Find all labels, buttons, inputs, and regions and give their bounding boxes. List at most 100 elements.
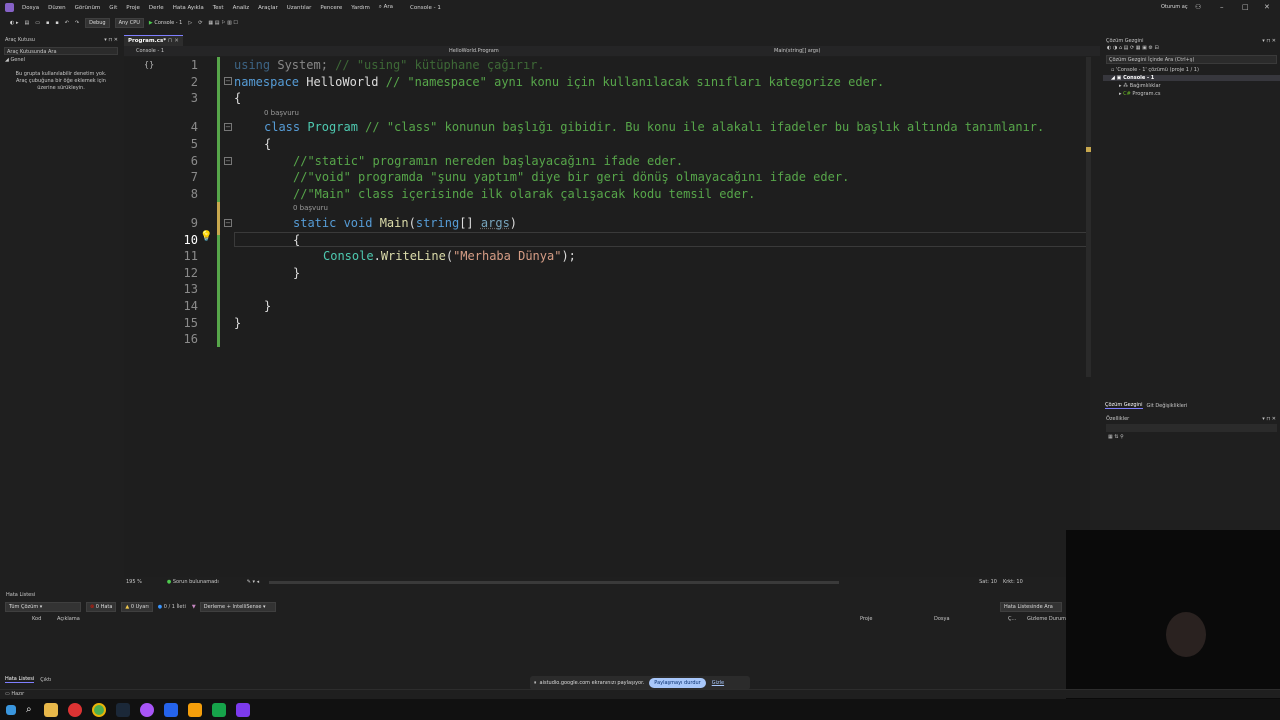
lightbulb-icon[interactable]: 💡 [200,231,212,242]
account-icon[interactable]: ⚇ [1195,3,1201,11]
tree-dependencies[interactable]: ▸ ⁂ Bağımlılıklar [1103,83,1280,89]
warnings-filter[interactable]: ▲ 0 Uyarı [121,602,153,612]
tree-label: 'Console - 1' çözümü (proje 1 / 1) [1115,67,1199,73]
tree-program-cs[interactable]: ▸ C# Program.cs [1103,91,1280,97]
menu-git[interactable]: Git [109,5,117,11]
undo-icon[interactable]: ↶ [65,20,69,26]
nav-project[interactable]: Console - 1 [136,48,164,54]
hot-reload-icon[interactable]: ⟳ [198,20,202,26]
minimize-icon[interactable]: – [1220,3,1224,11]
opera-icon[interactable] [67,702,82,717]
solution-toolbar-icons[interactable]: ◐ ◑ ⌂ ▤ ⟳ ▦ ▣ ⚙ ⊟ [1103,45,1280,55]
errors-filter[interactable]: ⊗ 0 Hata [86,602,117,612]
fold-class-icon[interactable]: − [224,123,232,131]
column-header[interactable]: Gizleme Durum [1027,616,1066,622]
run-no-debug-icon[interactable]: ▷ [188,20,192,26]
open-icon[interactable]: ▭ [35,20,40,26]
references-hint[interactable]: 0 başvuru [234,107,1044,120]
menu-view[interactable]: Görünüm [75,5,101,11]
chrome-icon[interactable] [91,702,106,717]
new-project-icon[interactable]: ▤ [24,20,29,26]
column-header[interactable]: Açıklama [57,616,80,622]
tab-solution-explorer[interactable]: Çözüm Gezgini [1105,402,1143,409]
close-icon[interactable]: ✕ [1264,3,1270,11]
cleanup-icon[interactable]: ✎ ▾ ◂ [247,579,259,585]
menu-help[interactable]: Yardım [351,5,370,11]
vscode-icon[interactable] [163,702,178,717]
code-editor[interactable]: {} 1 2 3 4 5 6 7 8 9 10 11 12 13 14 15 1… [124,57,1091,577]
stop-sharing-button[interactable]: Paylaşmayı durdur [649,678,706,688]
menu-build[interactable]: Derle [149,5,164,11]
windows-start-icon[interactable] [6,704,16,715]
properties-toolbar-icons[interactable]: ▦ ⇅ ⚲ [1103,434,1280,440]
issues-indicator[interactable]: ● Sorun bulunamadı [167,579,219,585]
error-list-header: Kod Açıklama Proje Dosya Ç... Gizleme Du… [0,615,1066,623]
solution-search-input[interactable]: Çözüm Gezgini İçinde Ara (Ctrl+ş) [1106,55,1277,64]
column-header[interactable]: Kod [32,616,41,622]
maximize-icon[interactable]: □ [1242,3,1249,11]
file-explorer-icon[interactable] [43,702,58,717]
steam-icon[interactable] [115,702,130,717]
tab-program-cs[interactable]: Program.cs* ⊓ ✕ [124,35,183,46]
toolbox-search-input[interactable]: Araç Kutusunda Ara [4,47,118,55]
nav-member[interactable]: Main(string[] args) [774,48,821,54]
fold-comments-icon[interactable]: − [224,157,232,165]
tree-project[interactable]: ◢ ▣ Console - 1 [1103,75,1280,81]
save-all-icon[interactable]: ▪ [55,20,58,26]
menu-analyze[interactable]: Analiz [233,5,250,11]
toolbox-pin-icon[interactable]: ▾ ⊓ ✕ [104,37,118,43]
menu-extensions[interactable]: Uzantılar [287,5,312,11]
messages-filter[interactable]: ● 0 / 1 İleti [158,604,186,610]
tab-output[interactable]: Çıktı [40,677,51,683]
excel-icon[interactable] [211,702,226,717]
unsaved-change-indicator [217,202,220,235]
tab-pin-icon[interactable]: ⊓ [168,38,172,44]
column-header[interactable]: Proje [860,616,872,622]
hide-link[interactable]: Gizle [712,680,724,686]
editor-vertical-scrollbar[interactable] [1086,57,1091,377]
error-list-search[interactable]: Hata Listesinde Ara [1000,602,1062,612]
sign-in-link[interactable]: Oturum aç [1161,4,1188,10]
menu-test[interactable]: Test [213,5,224,11]
platform-select[interactable]: Any CPU [114,18,144,28]
properties-options-icon[interactable]: ▾ ⊓ ✕ [1262,416,1276,422]
scope-select[interactable]: Tüm Çözüm ▾ [5,602,81,612]
vlc-icon[interactable] [187,702,202,717]
fold-namespace-icon[interactable]: − [224,77,232,85]
properties-object-select[interactable] [1106,424,1277,432]
tree-solution-root[interactable]: ▫ 'Console - 1' çözümü (proje 1 / 1) [1103,67,1280,73]
build-filter-select[interactable]: Derleme + IntelliSense ▾ [199,602,276,612]
filter-icon[interactable]: ▼ [192,604,196,610]
menu-tools[interactable]: Araçlar [258,5,278,11]
run-button[interactable]: ▶ Console - 1 [149,20,182,26]
menu-search[interactable]: ⌕ Ara [379,4,393,11]
menu-project[interactable]: Proje [126,5,140,11]
tab-close-icon[interactable]: ✕ [174,38,179,44]
back-icon[interactable]: ◐ ▸ [10,20,18,26]
references-hint[interactable]: 0 başvuru [234,202,1044,215]
app-icon[interactable] [139,702,154,717]
menu-file[interactable]: Dosya [22,5,39,11]
code-line-6: //"static" programın nereden başlayacağı… [293,153,684,168]
column-header[interactable]: Ç... [1008,616,1016,622]
token: string [415,215,460,230]
toolbar-misc-icon[interactable]: ▦ ▤ ⚐ ▥ ☐ [208,20,238,26]
panel-options-icon[interactable]: ▾ ⊓ ✕ [1262,38,1276,44]
column-header[interactable]: Dosya [934,616,950,622]
menu-window[interactable]: Pencere [320,5,342,11]
quick-actions-icon[interactable]: {} [144,60,154,69]
redo-icon[interactable]: ↷ [75,20,79,26]
zoom-level[interactable]: 195 % [126,579,142,585]
menu-edit[interactable]: Düzen [48,5,65,11]
token: using [234,58,271,72]
menu-debug[interactable]: Hata Ayıkla [173,5,204,11]
nav-class[interactable]: HelloWorld.Program [449,48,499,54]
visual-studio-icon[interactable] [235,702,250,717]
save-icon[interactable]: ▪ [46,20,49,26]
editor-horizontal-scrollbar[interactable] [269,580,840,584]
tab-git-changes[interactable]: Git Değişiklikleri [1147,403,1188,409]
tab-error-list[interactable]: Hata Listesi [5,676,35,683]
fold-method-icon[interactable]: − [224,219,232,227]
taskbar-search-icon[interactable]: ⌕ [26,704,32,715]
config-select[interactable]: Debug [85,18,110,28]
